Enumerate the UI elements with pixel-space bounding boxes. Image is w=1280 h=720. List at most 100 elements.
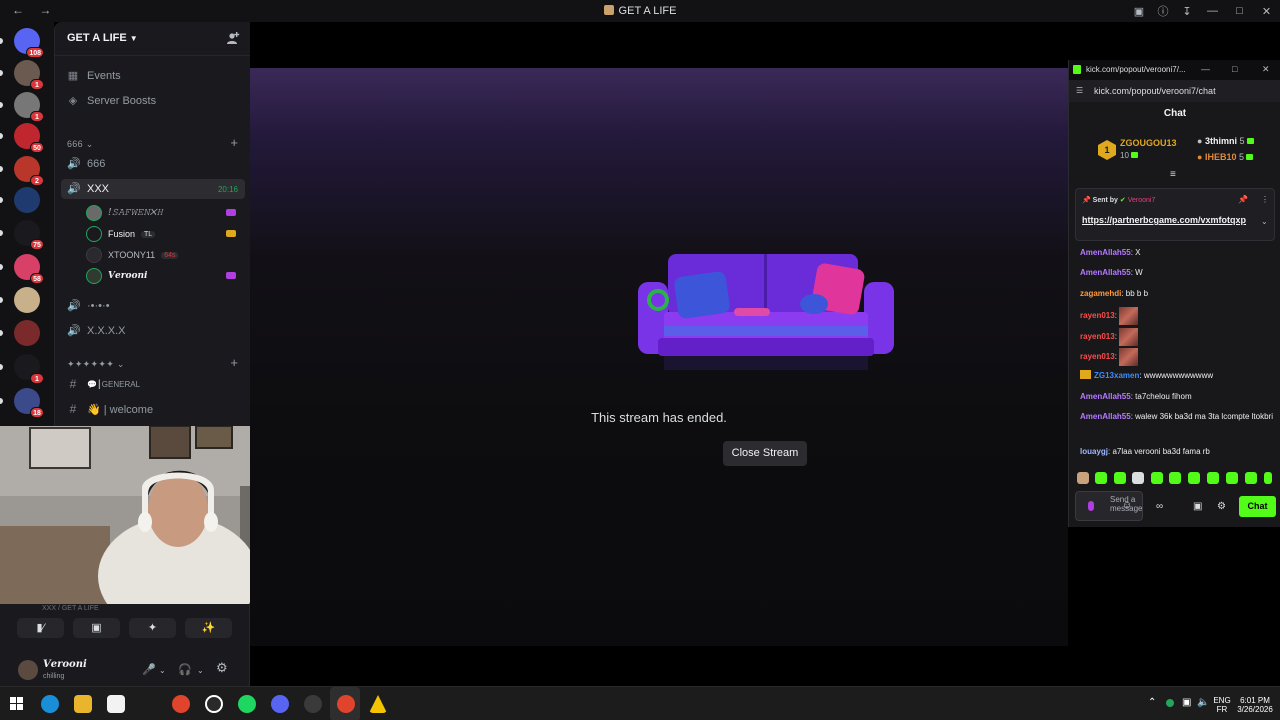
server-icon[interactable]: 18 [14, 388, 44, 418]
emote-icon[interactable] [1226, 472, 1238, 484]
windows-start-icon[interactable] [10, 697, 23, 710]
server-icon[interactable] [14, 187, 40, 213]
emote-icon[interactable] [1151, 472, 1163, 484]
spotify-icon[interactable] [238, 695, 256, 713]
server-icon[interactable]: 1 [14, 92, 44, 122]
chat-username[interactable]: rayen013 [1080, 352, 1115, 361]
expand-leaderboard-icon[interactable]: ≡ [1170, 169, 1176, 180]
voice-user[interactable]: 𝑽𝒆𝒓𝒐𝒐𝒏𝒊 [86, 268, 147, 284]
voice-channel-666[interactable]: 🔊 666 [67, 157, 105, 171]
clock-app-icon[interactable] [205, 695, 223, 713]
chat-username[interactable]: AmenAllah55 [1080, 412, 1131, 421]
voice-user[interactable]: !𝚂𝙰𝙵𝚆𝙴𝙽✕𝙷 [86, 205, 163, 221]
emote-bar[interactable] [1075, 472, 1275, 486]
close-stream-button[interactable]: Close Stream [723, 441, 807, 466]
maximize-icon[interactable]: □ [1232, 64, 1237, 74]
file-explorer-icon[interactable] [74, 695, 92, 713]
network-icon[interactable]: ▣ [1182, 697, 1191, 708]
emote-icon[interactable] [1114, 472, 1126, 484]
chat-message[interactable]: rayen013: [1080, 328, 1275, 346]
edge-browser-icon[interactable] [41, 695, 59, 713]
url-bar[interactable]: ☰ kick.com/popout/verooni7/chat [1069, 80, 1280, 102]
chat-username[interactable]: louaygj [1080, 447, 1108, 456]
chat-message[interactable]: louaygj: a7laa verooni ba3d fama rb [1080, 445, 1275, 459]
server-icon[interactable]: 1 [14, 354, 44, 384]
text-channel-general[interactable]: # 💬┃GENERAL [67, 377, 140, 391]
soundboard-button[interactable]: ✨ [185, 618, 232, 638]
emote-icon[interactable] [1245, 472, 1257, 484]
chevron-down-icon[interactable]: ⌄ [197, 666, 204, 675]
activities-button[interactable]: ✦ [129, 618, 176, 638]
events-item[interactable]: ▦ Events [67, 69, 121, 83]
store-app-icon[interactable] [107, 695, 125, 713]
create-channel-icon[interactable]: + [230, 355, 238, 370]
chat-username[interactable]: AmenAllah55 [1080, 268, 1131, 277]
screen-share-button[interactable]: ▣ [73, 618, 120, 638]
chat-username[interactable]: AmenAllah55 [1080, 248, 1131, 257]
avatar[interactable] [18, 660, 38, 680]
guild-header[interactable]: GET A LIFE ▼ [55, 22, 250, 56]
emote-icon[interactable] [1169, 472, 1181, 484]
server-icon[interactable]: 2 [14, 156, 44, 186]
site-settings-icon[interactable]: ☰ [1076, 86, 1083, 95]
voice-channel-dots[interactable]: 🔊 ·•·•·• [67, 299, 110, 313]
server-icon[interactable]: 108 [14, 28, 44, 58]
chat-username[interactable]: ZG13xamen [1094, 371, 1139, 380]
chat-message[interactable]: zagamehdi: bb b b [1080, 287, 1275, 301]
pinned-link[interactable]: https://partnerbcgame.com/vxmfotqxp [1082, 214, 1254, 227]
chat-message[interactable]: rayen013: [1080, 348, 1275, 366]
close-icon[interactable]: ✕ [1253, 5, 1280, 18]
server-icon[interactable]: 58 [14, 254, 44, 284]
emote-icon[interactable] [1132, 472, 1144, 484]
server-icon[interactable]: 1 [14, 60, 44, 90]
server-boosts-item[interactable]: ◈ Server Boosts [67, 94, 156, 108]
system-clock[interactable]: 6:01 PM 3/26/2026 [1232, 696, 1278, 714]
chat-image-emote[interactable] [1119, 348, 1139, 366]
chat-username[interactable]: zagamehdi [1080, 289, 1121, 298]
text-channel-welcome[interactable]: # 👋 | welcome [67, 402, 153, 416]
discord-icon[interactable] [271, 695, 289, 713]
chat-message[interactable]: AmenAllah55: ta7chelou fihom [1080, 390, 1275, 404]
chat-image-emote[interactable] [1119, 307, 1139, 325]
kick-tools-icon[interactable]: ∞ [1156, 501, 1163, 512]
microphone-icon[interactable]: 🎤 [142, 663, 156, 676]
chrome-active-icon[interactable] [337, 695, 355, 713]
chat-message[interactable]: AmenAllah55: X [1080, 246, 1275, 260]
chat-username[interactable]: rayen013 [1080, 332, 1115, 341]
chevron-down-icon[interactable]: ⌄ [1261, 217, 1268, 226]
pinned-message[interactable]: 📌 Sent by ✔ Verooni7 https://partnerbcga… [1075, 188, 1275, 241]
voice-channel-xxx[interactable]: 🔊 XXX [67, 182, 109, 196]
microphone-icon[interactable] [1088, 501, 1094, 511]
chat-username[interactable]: AmenAllah55 [1080, 392, 1131, 401]
tray-overflow-icon[interactable]: ⌃ [1148, 697, 1156, 708]
server-icon[interactable] [14, 320, 40, 346]
category-text[interactable]: ✦✦✦✦✦✦ ⌄ [67, 359, 125, 370]
chat-message-input[interactable]: Send a message [1075, 491, 1143, 521]
settings-gear-icon[interactable]: ⚙ [216, 660, 228, 676]
app-icon[interactable] [369, 695, 387, 713]
emote-icon[interactable] [1188, 472, 1200, 484]
store-icon[interactable]: ▣ [1193, 501, 1202, 512]
chevron-down-icon[interactable]: ⌄ [159, 666, 166, 675]
chat-message[interactable]: rayen013: [1080, 307, 1275, 325]
download-icon[interactable]: ↧ [1175, 5, 1199, 18]
server-icon[interactable]: 50 [14, 123, 44, 153]
send-chat-button[interactable]: Chat [1239, 496, 1276, 517]
server-icon[interactable]: 75 [14, 220, 44, 250]
chat-image-emote[interactable] [1119, 328, 1139, 346]
create-channel-icon[interactable]: + [230, 135, 238, 150]
obs-icon[interactable] [304, 695, 322, 713]
minimize-icon[interactable]: — [1199, 5, 1226, 17]
tray-status-icon[interactable] [1166, 699, 1174, 707]
chat-settings-icon[interactable]: ⚙ [1217, 501, 1226, 512]
emoji-picker-icon[interactable]: ☺ [1122, 500, 1132, 511]
voice-user[interactable]: Fusion TL [86, 226, 156, 242]
voice-user[interactable]: XTOONY11 64s [86, 247, 179, 263]
chat-message[interactable]: ZG13xamen: wwwwwwwwwwww [1080, 369, 1275, 383]
unpin-icon[interactable]: 📌 [1238, 195, 1248, 204]
chat-message[interactable]: AmenAllah55: walew 36k ba3d ma 3ta lcomp… [1080, 410, 1275, 424]
maximize-icon[interactable]: □ [1226, 5, 1253, 17]
chrome-icon[interactable] [172, 695, 190, 713]
camera-off-button[interactable]: ▮⁄ [17, 618, 64, 638]
chat-message[interactable]: AmenAllah55: W [1080, 266, 1275, 280]
